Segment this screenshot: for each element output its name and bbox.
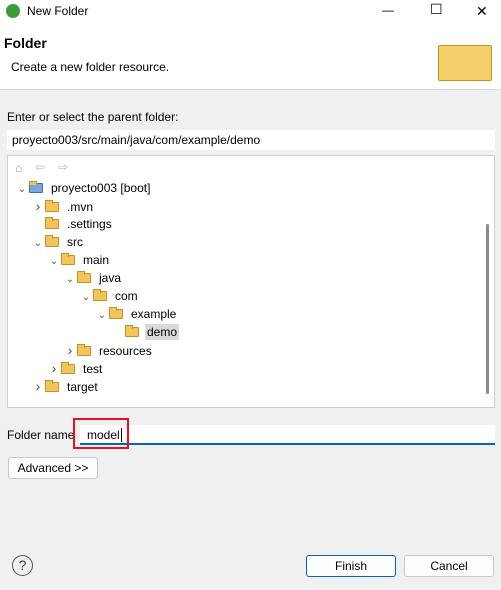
project-icon	[29, 180, 43, 193]
chevron-right-icon[interactable]: ›	[47, 359, 61, 377]
tree-item[interactable]: › resources	[63, 341, 154, 359]
tree-item-label: example	[131, 307, 177, 321]
folder-icon	[61, 361, 75, 374]
chevron-right-icon[interactable]: ›	[63, 341, 77, 359]
help-icon[interactable]: ?	[12, 555, 33, 576]
tree-item[interactable]: ⌄ com	[79, 287, 140, 305]
tree-item[interactable]: ⌄ src	[31, 233, 85, 251]
page-title: Folder	[4, 35, 47, 51]
eclipse-logo-icon	[6, 4, 20, 18]
folder-icon	[77, 343, 91, 356]
tree-item-label: test	[83, 362, 103, 376]
tree-item-label: target	[67, 380, 98, 394]
finish-button[interactable]: Finish	[306, 555, 396, 577]
tree-item[interactable]: › test	[47, 359, 104, 377]
folder-icon	[77, 270, 91, 283]
home-icon[interactable]: ⌂	[15, 161, 22, 175]
folder-banner-icon	[438, 45, 492, 81]
tree-item[interactable]: ⌄ example	[95, 305, 178, 323]
tree-item-label: src	[67, 235, 83, 249]
title-bar: New Folder — ☐ ✕	[0, 0, 501, 23]
folder-icon	[93, 288, 107, 301]
advanced-button[interactable]: Advanced >>	[8, 457, 98, 479]
folder-name-label: Folder name	[7, 428, 75, 442]
tree-item-label: main	[83, 253, 110, 267]
wizard-header: Folder Create a new folder resource.	[0, 23, 501, 90]
forward-icon[interactable]: ⇨	[58, 160, 68, 174]
cancel-button[interactable]: Cancel	[404, 555, 494, 577]
close-button[interactable]: ✕	[476, 3, 488, 20]
minimize-button[interactable]: —	[382, 3, 394, 17]
folder-name-input[interactable]: model	[80, 425, 495, 445]
tree-item-label: .settings	[67, 217, 112, 231]
parent-folder-label: Enter or select the parent folder:	[7, 110, 179, 124]
tree-item[interactable]: › target	[31, 377, 100, 395]
folder-icon	[45, 216, 59, 229]
chevron-right-icon[interactable]: ›	[31, 197, 45, 215]
folder-icon	[45, 234, 59, 247]
parent-folder-input[interactable]: proyecto003/src/main/java/com/example/de…	[7, 130, 495, 150]
tree-item[interactable]: demo	[111, 323, 180, 341]
maximize-button[interactable]: ☐	[430, 1, 443, 18]
tree-item[interactable]: ⌄ java	[63, 269, 123, 287]
folder-name-highlight	[73, 418, 129, 449]
chevron-down-icon[interactable]: ⌄	[31, 235, 45, 253]
folder-icon	[45, 379, 59, 392]
tree-item-label: demo	[145, 324, 180, 340]
chevron-down-icon[interactable]: ⌄	[95, 307, 109, 325]
tree-item[interactable]: ⌄ proyecto003 [boot]	[15, 179, 152, 197]
chevron-down-icon[interactable]: ⌄	[15, 181, 29, 199]
chevron-down-icon[interactable]: ⌄	[47, 253, 61, 271]
tree-item[interactable]: › .mvn	[31, 197, 95, 215]
window-title: New Folder	[27, 4, 89, 18]
folder-icon	[109, 306, 123, 319]
folder-icon	[45, 199, 59, 212]
page-subtitle: Create a new folder resource.	[11, 60, 170, 74]
folder-tree[interactable]: ⌂ ⇦ ⇨ ⌄ proyecto003 [boot] › .mvn .settings ⌄…	[7, 155, 495, 408]
tree-scrollbar[interactable]	[486, 224, 489, 394]
tree-item[interactable]: .settings	[31, 215, 114, 233]
tree-item[interactable]: ⌄ main	[47, 251, 111, 269]
tree-item-label: java	[99, 271, 122, 285]
tree-item-label: resources	[99, 344, 152, 358]
chevron-down-icon[interactable]: ⌄	[79, 289, 93, 307]
chevron-down-icon[interactable]: ⌄	[63, 271, 77, 289]
folder-icon	[61, 252, 75, 265]
back-icon[interactable]: ⇦	[35, 160, 45, 174]
folder-icon	[125, 324, 139, 337]
tree-item-label: proyecto003 [boot]	[51, 181, 151, 195]
chevron-right-icon[interactable]: ›	[31, 377, 45, 395]
tree-item-label: com	[115, 289, 138, 303]
tree-item-label: .mvn	[67, 200, 94, 214]
